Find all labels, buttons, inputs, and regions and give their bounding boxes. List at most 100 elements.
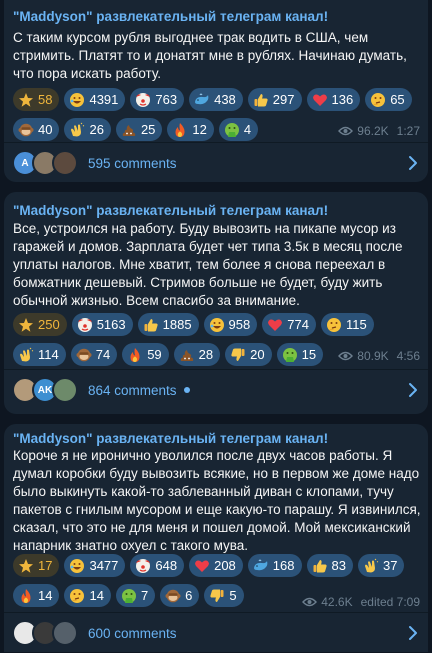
reaction-count: 958: [228, 317, 251, 332]
reaction-poo[interactable]: 28: [173, 343, 221, 366]
reaction-count: 26: [89, 122, 104, 137]
reaction-count: 208: [214, 558, 236, 573]
reaction-star[interactable]: 17: [13, 554, 60, 577]
reaction-thinking[interactable]: 14: [64, 584, 111, 607]
eye-icon: [338, 351, 354, 361]
post-meta: 42.6K edited 7:09: [302, 595, 420, 609]
reaction-count: 14: [38, 588, 53, 603]
comments-bar[interactable]: A 595 comments: [4, 143, 428, 183]
reactions: 58 4391 763 438 297 136 65 40 26 25 12 4: [13, 88, 413, 148]
star-icon: [18, 92, 34, 108]
reaction-thinking[interactable]: 65: [365, 88, 412, 111]
post-card: "Maddyson" развлекательный телеграм кана…: [4, 424, 428, 652]
reaction-star[interactable]: 58: [13, 88, 60, 111]
reaction-thumbs-up[interactable]: 1885: [137, 313, 199, 336]
view-count: 42.6K: [321, 595, 353, 609]
reaction-clap[interactable]: 37: [357, 554, 405, 577]
reaction-fire[interactable]: 14: [13, 584, 60, 607]
reaction-heart[interactable]: 774: [262, 313, 316, 336]
reaction-count: 136: [331, 92, 354, 107]
channel-title[interactable]: "Maddyson" развлекательный телеграм кана…: [13, 431, 328, 446]
unread-dot: [183, 387, 190, 393]
reaction-monkey[interactable]: 6: [160, 584, 200, 607]
reaction-star[interactable]: 250: [13, 313, 67, 336]
reaction-count: 5163: [96, 317, 126, 332]
thinking-icon: [370, 92, 386, 108]
reaction-row: 17 3477 648 208 168 83 37: [13, 554, 413, 579]
reaction-count: 7: [140, 588, 149, 603]
heart-icon: [194, 558, 210, 574]
thumbs-up-icon: [312, 558, 328, 574]
reaction-poo[interactable]: 25: [115, 118, 163, 141]
reaction-whale[interactable]: 438: [189, 88, 243, 111]
reaction-count: 20: [250, 347, 265, 362]
reaction-count: 74: [95, 347, 111, 362]
reaction-count: 168: [272, 558, 295, 573]
eye-icon: [302, 597, 318, 607]
rofl-icon: [69, 92, 85, 108]
reaction-thumbs-down[interactable]: 20: [225, 343, 272, 366]
thumbs-down-icon: [230, 347, 246, 363]
reaction-fire[interactable]: 59: [122, 343, 169, 366]
reaction-rofl[interactable]: 958: [203, 313, 258, 336]
reaction-rofl[interactable]: 4391: [64, 88, 126, 111]
clap-icon: [69, 122, 85, 138]
reaction-thumbs-up[interactable]: 297: [247, 88, 302, 111]
fire-icon: [18, 588, 34, 604]
heart-icon: [312, 92, 328, 108]
clown-icon: [77, 317, 93, 333]
channel-title[interactable]: "Maddyson" развлекательный телеграм кана…: [13, 9, 328, 24]
reaction-monkey[interactable]: 40: [13, 118, 60, 141]
poo-icon: [179, 347, 195, 363]
reaction-count: 438: [214, 92, 236, 107]
avatar: [52, 150, 78, 176]
reactions: 250 5163 1885 958 774 115 114 74 59 28 20 15: [13, 313, 413, 373]
reaction-heart[interactable]: 208: [189, 554, 243, 577]
reaction-fire[interactable]: 12: [167, 118, 214, 141]
reaction-clap[interactable]: 114: [13, 343, 66, 366]
reaction-thumbs-down[interactable]: 5: [204, 584, 244, 607]
rofl-icon: [69, 558, 85, 574]
reaction-row: 58 4391 763 438 297 136 65: [13, 88, 413, 113]
reaction-count: 763: [155, 92, 178, 107]
reaction-clown[interactable]: 5163: [71, 313, 133, 336]
reaction-clown[interactable]: 648: [130, 554, 185, 577]
heart-icon: [267, 317, 283, 333]
post-time: edited 7:09: [360, 595, 420, 609]
clap-icon: [18, 347, 34, 363]
reaction-count: 65: [390, 92, 405, 107]
reaction-thinking[interactable]: 115: [320, 313, 374, 336]
star-icon: [18, 317, 34, 333]
clap-icon: [363, 558, 379, 574]
view-count: 80.9K: [357, 349, 389, 363]
eye-icon: [338, 126, 354, 136]
reaction-heart[interactable]: 136: [306, 88, 361, 111]
reaction-clown[interactable]: 763: [130, 88, 185, 111]
reaction-monkey[interactable]: 74: [70, 343, 118, 366]
post-text: Все, устроился на работу. Буду вывозить …: [13, 221, 403, 308]
reaction-count: 250: [38, 317, 60, 332]
reaction-count: 12: [192, 122, 207, 137]
reaction-clap[interactable]: 26: [64, 118, 111, 141]
monkey-icon: [18, 122, 34, 138]
reaction-count: 17: [38, 558, 53, 573]
reaction-vomit[interactable]: 4: [218, 118, 259, 141]
reaction-rofl[interactable]: 3477: [64, 554, 126, 577]
reaction-count: 297: [272, 92, 295, 107]
reaction-whale[interactable]: 168: [247, 554, 302, 577]
reaction-count: 25: [140, 122, 156, 137]
post-card: "Maddyson" развлекательный телеграм кана…: [4, 192, 428, 414]
comments-bar[interactable]: AK 864 comments: [4, 370, 428, 410]
reaction-count: 5: [229, 588, 237, 603]
poo-icon: [121, 122, 137, 138]
reaction-vomit[interactable]: 15: [276, 343, 324, 366]
monkey-icon: [76, 347, 92, 363]
reaction-vomit[interactable]: 7: [115, 584, 156, 607]
reaction-count: 59: [147, 347, 162, 362]
commenter-avatars: [12, 620, 78, 646]
vomit-icon: [282, 347, 298, 363]
channel-title[interactable]: "Maddyson" развлекательный телеграм кана…: [13, 203, 328, 218]
reaction-thumbs-up[interactable]: 83: [306, 554, 353, 577]
comments-bar[interactable]: 600 comments: [4, 613, 428, 653]
reaction-count: 28: [198, 347, 214, 362]
